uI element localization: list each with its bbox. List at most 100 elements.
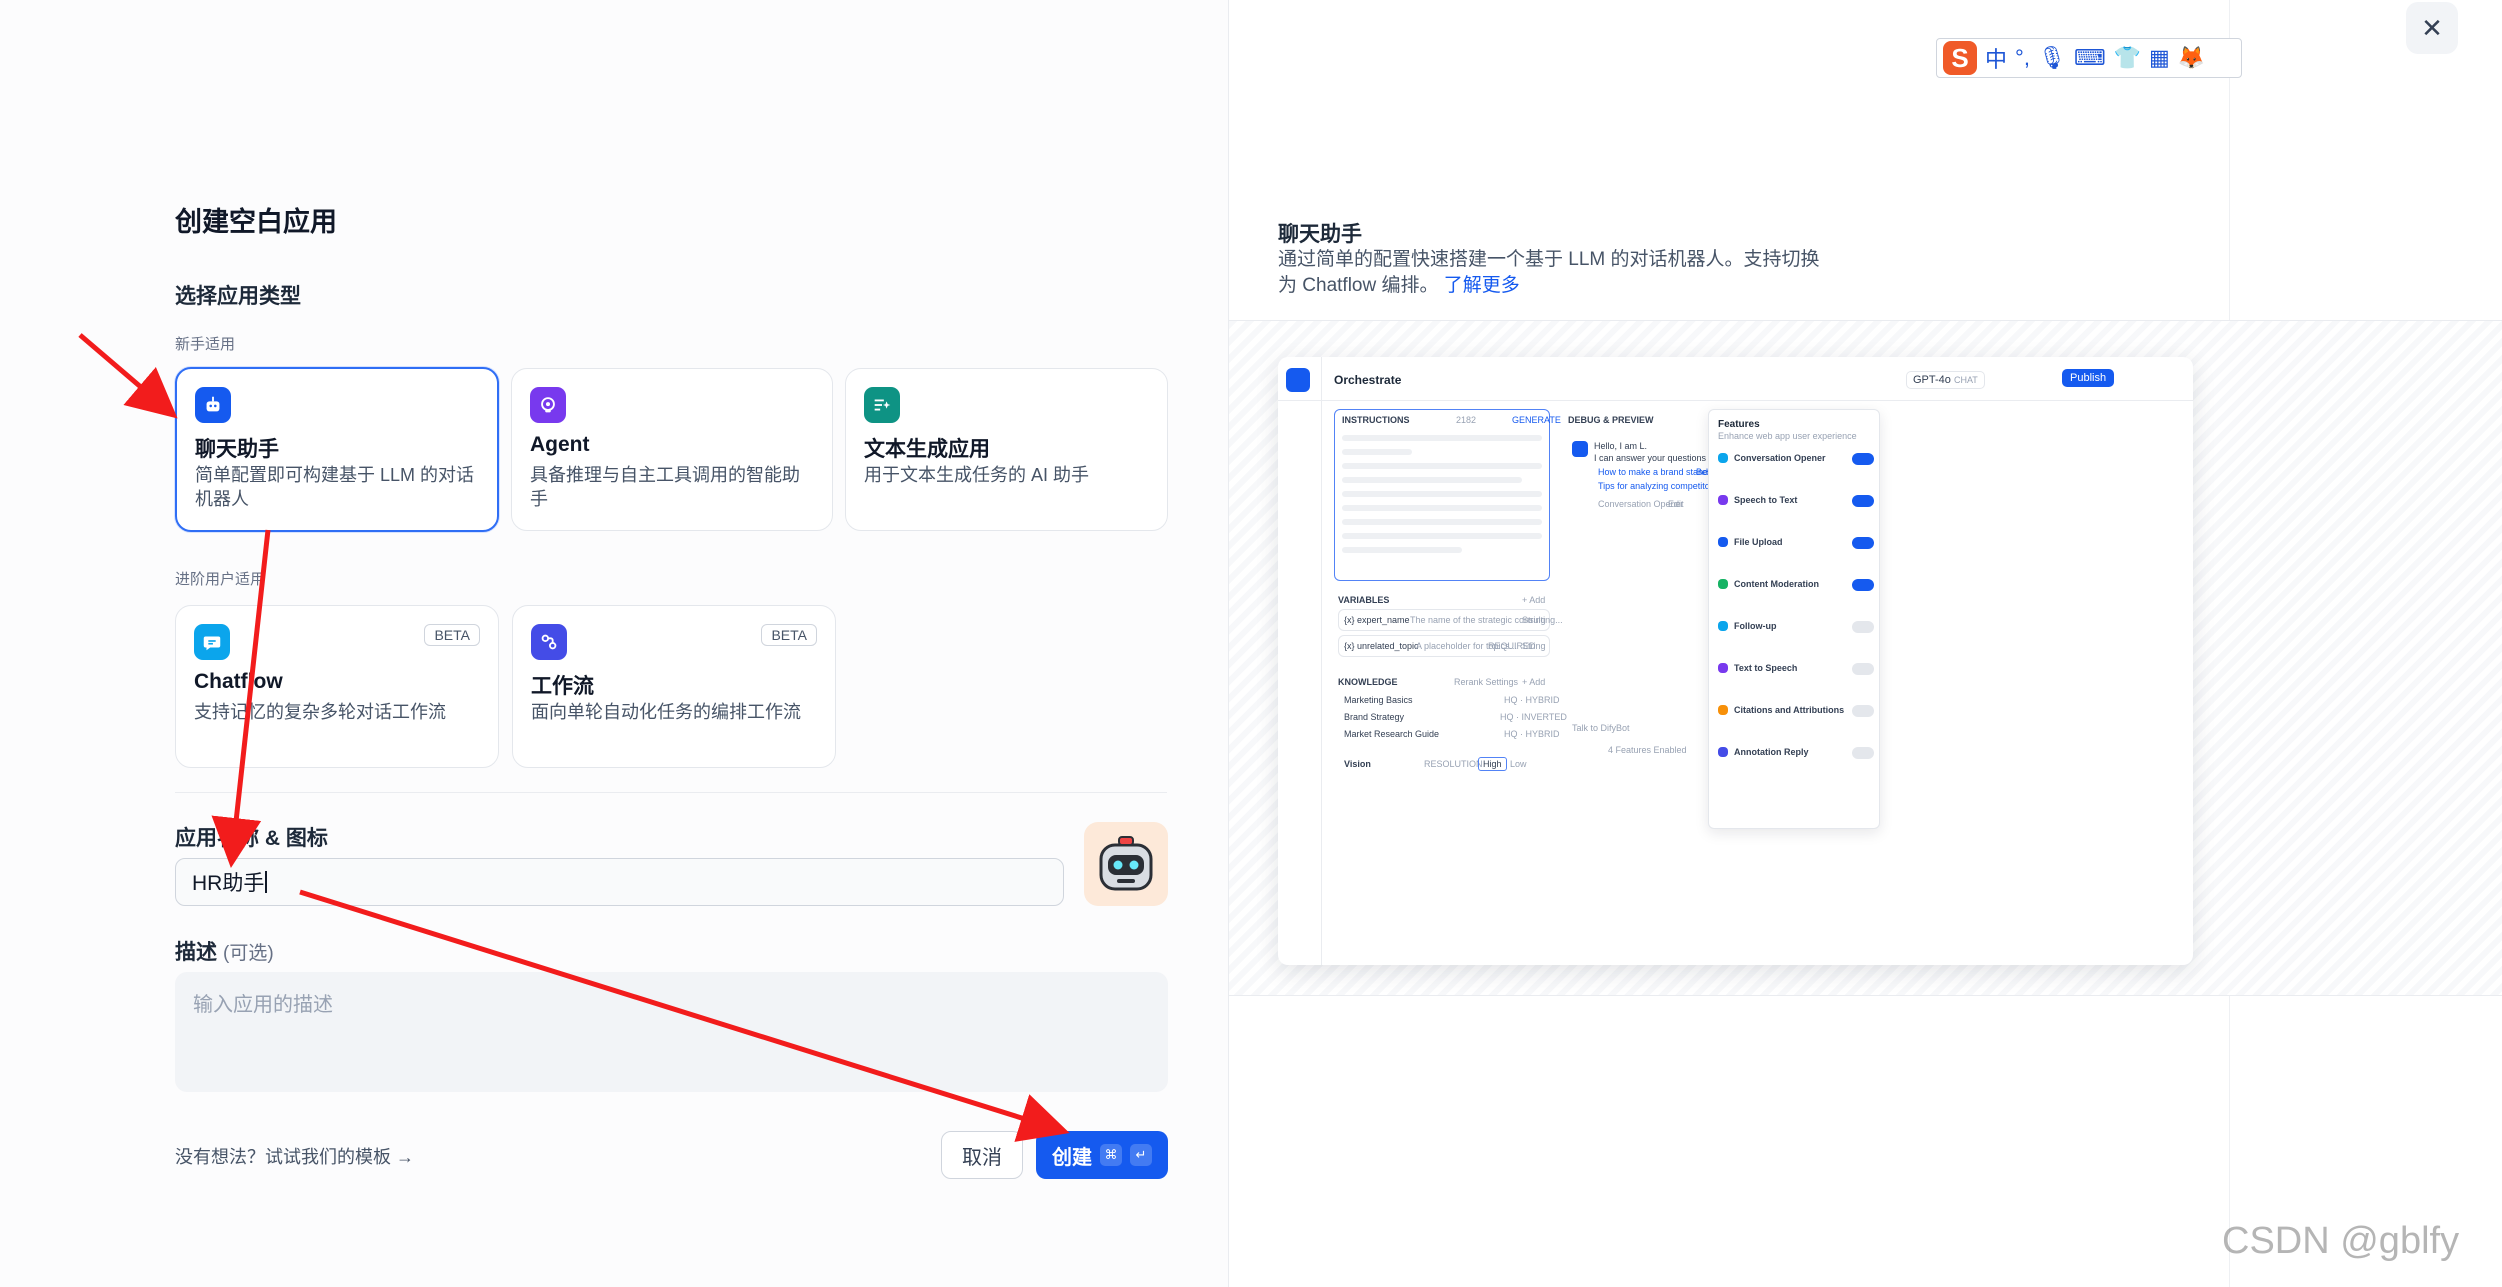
text-line: [1342, 477, 1522, 483]
microphone-icon[interactable]: 🎙: [2038, 45, 2066, 71]
app-icon-picker[interactable]: [1084, 822, 1168, 906]
knowledge-tag: HQ · HYBRID: [1504, 695, 1560, 705]
feature-name: Annotation Reply: [1734, 747, 1809, 757]
feature-icon: [1718, 579, 1728, 589]
beta-badge: BETA: [424, 624, 480, 646]
rerank-settings: Rerank Settings: [1454, 677, 1519, 687]
knowledge-tag: HQ · INVERTED: [1500, 712, 1567, 722]
close-icon: ✕: [2421, 12, 2443, 43]
app-name-input[interactable]: HR助手: [175, 858, 1064, 906]
robot-avatar-icon: [1099, 836, 1153, 891]
sogou-logo-icon: S: [1943, 41, 1977, 75]
mascot-icon[interactable]: 🦊: [2178, 45, 2205, 71]
app-type-preview-panel: 聊天助手 通过简单的配置快速搭建一个基于 LLM 的对话机器人。支持切换为 Ch…: [1228, 0, 2502, 1287]
card-description: 支持记忆的复杂多轮对话工作流: [194, 702, 446, 722]
generate-link: GENERATE: [1512, 415, 1561, 425]
toolbox-icon[interactable]: ▦: [2149, 45, 2170, 71]
learn-more-link[interactable]: 了解更多: [1444, 275, 1520, 296]
feature-toggle-on: [1852, 495, 1874, 507]
app-type-card-text-generation[interactable]: 文本生成应用 用于文本生成任务的 AI 助手: [845, 368, 1168, 531]
ime-mode-label[interactable]: 中: [1985, 42, 2007, 74]
feature-icon: [1718, 537, 1728, 547]
description-heading: 描述 (可选): [175, 936, 274, 966]
vision-label: Vision: [1344, 759, 1371, 769]
card-description: 简单配置即可构建基于 LLM 的对话机器人: [195, 465, 475, 509]
app-type-card-chatflow[interactable]: BETA Chatflow 支持记忆的复杂多轮对话工作流: [175, 605, 499, 768]
feature-name: Speech to Text: [1734, 495, 1798, 505]
try-templates-label: 没有想法？试试我们的模板: [175, 1147, 391, 1167]
text-line: [1342, 533, 1542, 539]
card-description: 用于文本生成任务的 AI 助手: [864, 465, 1090, 485]
knowledge-item: Brand Strategy: [1344, 712, 1405, 722]
feature-icon: [1718, 747, 1728, 757]
knowledge-label: KNOWLEDGE: [1338, 677, 1398, 687]
card-title: 聊天助手: [195, 438, 279, 461]
card-description: 具备推理与自主工具调用的智能助手: [530, 465, 800, 509]
preview-description-text: 通过简单的配置快速搭建一个基于 LLM 的对话机器人。支持切换为 Chatflo…: [1278, 249, 1820, 296]
cancel-button[interactable]: 取消: [941, 1131, 1023, 1179]
app-name-value: HR助手: [192, 872, 265, 895]
knowledge-item: Market Research Guide: [1344, 729, 1440, 739]
punctuation-icon[interactable]: °,: [2015, 45, 2030, 71]
keyboard-icon[interactable]: ⌨: [2074, 45, 2106, 71]
app-type-card-agent[interactable]: Agent 具备推理与自主工具调用的智能助手: [511, 368, 833, 531]
dialog-title: 创建空白应用: [175, 207, 337, 237]
add-variable-link: + Add: [1522, 595, 1546, 605]
agent-icon: [530, 387, 566, 423]
feature-name: Content Moderation: [1734, 579, 1819, 589]
publish-button: Publish: [2062, 369, 2115, 387]
instructions-count: 2182: [1456, 415, 1477, 425]
feature-icon: [1718, 663, 1728, 673]
card-title: Agent: [530, 433, 590, 456]
features-title: Features: [1718, 419, 1760, 430]
select-app-type-heading: 选择应用类型: [175, 285, 301, 308]
enter-key-icon: ↵: [1130, 1144, 1152, 1166]
create-app-form: 创建空白应用 选择应用类型 新手适用 聊天助手 简单配置即可构建基于 LLM 的…: [0, 0, 1228, 1287]
preview-screenshot: Orchestrate GPT-4o CHAT Publish INSTRUCT…: [1278, 357, 2193, 965]
feature-icon: [1718, 705, 1728, 715]
model-selector: GPT-4o CHAT: [1906, 371, 1985, 389]
card-description: 面向单轮自动化任务的编排工作流: [531, 702, 801, 722]
csdn-watermark: CSDN @gblfy: [2222, 1220, 2460, 1262]
feature-name: Conversation Opener: [1734, 453, 1826, 463]
workflow-icon: [531, 624, 567, 660]
feature-icon: [1718, 621, 1728, 631]
feature-toggle-off: [1852, 663, 1874, 675]
skin-icon[interactable]: 👕: [2114, 45, 2141, 71]
greeting-line-1: Hello, I am L.: [1594, 441, 1648, 451]
text-line: [1342, 547, 1462, 553]
create-label: 创建: [1052, 1146, 1092, 1169]
instructions-label: INSTRUCTIONS: [1342, 415, 1410, 425]
advanced-group-label: 进阶用户适用: [175, 571, 266, 588]
preview-header-title: Orchestrate: [1334, 373, 1402, 387]
description-textarea[interactable]: 输入应用的描述: [175, 972, 1168, 1092]
variable-type: String: [1522, 615, 1546, 625]
text-line: [1342, 491, 1542, 497]
text-line: [1342, 505, 1542, 511]
app-name-heading: 应用名称 & 图标: [175, 827, 328, 850]
app-type-card-workflow[interactable]: BETA 工作流 面向单轮自动化任务的编排工作流: [512, 605, 836, 768]
divider: [175, 792, 1167, 793]
low-option: Low: [1510, 759, 1527, 769]
text-cursor: [265, 871, 268, 893]
app-type-card-chat-assistant[interactable]: 聊天助手 简单配置即可构建基于 LLM 的对话机器人: [175, 367, 499, 532]
opener-edit-link: Edit: [1668, 499, 1684, 509]
ime-toolbar[interactable]: S 中 °, 🎙 ⌨ 👕 ▦ 🦊: [1936, 38, 2242, 78]
feature-toggle-off: [1852, 705, 1874, 717]
text-line: [1342, 449, 1412, 455]
feature-toggle-off: [1852, 747, 1874, 759]
feature-name: Citations and Attributions: [1734, 705, 1845, 715]
feature-name: Text to Speech: [1734, 663, 1798, 673]
close-button[interactable]: ✕: [2406, 2, 2458, 54]
variable-type: String: [1522, 641, 1546, 651]
knowledge-item: Marketing Basics: [1344, 695, 1413, 705]
debug-preview-label: DEBUG & PREVIEW: [1568, 415, 1654, 425]
try-templates-link[interactable]: 没有想法？试试我们的模板 →: [175, 1143, 414, 1169]
feature-icon: [1718, 453, 1728, 463]
description-placeholder: 输入应用的描述: [193, 994, 333, 1016]
beginner-group-label: 新手适用: [175, 336, 236, 353]
arrow-right-icon: →: [396, 1147, 415, 1167]
create-button[interactable]: 创建 ⌘ ↵: [1036, 1131, 1168, 1179]
chat-bot-icon: [195, 387, 231, 423]
command-key-icon: ⌘: [1100, 1144, 1122, 1166]
